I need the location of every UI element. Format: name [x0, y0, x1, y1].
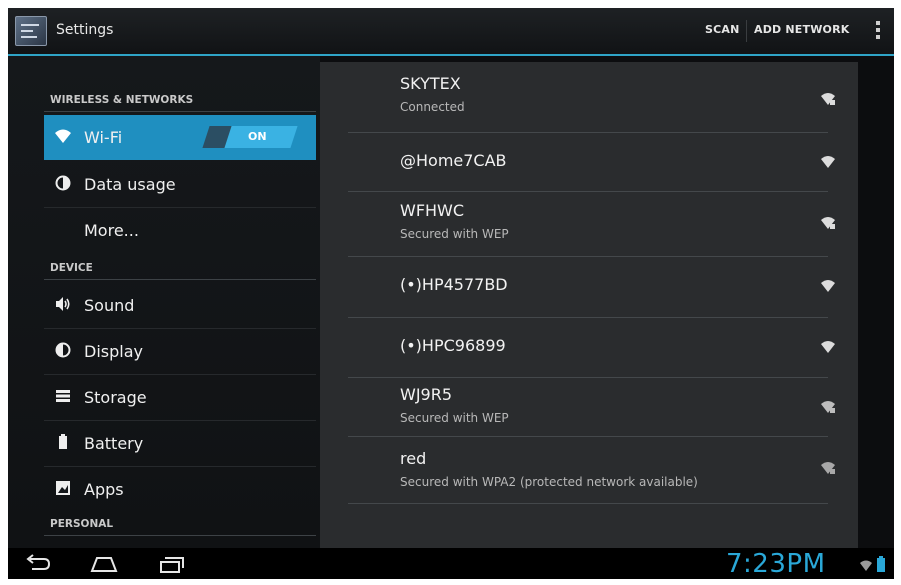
battery-icon — [54, 434, 72, 452]
action-bar: Settings SCAN ADD NETWORK — [8, 8, 894, 56]
storage-icon — [54, 388, 72, 406]
network-name: SKYTEX — [400, 74, 461, 93]
network-name: red — [400, 449, 427, 468]
network-status: Secured with WEP — [400, 227, 509, 241]
network-item[interactable]: red Secured with WPA2 (protected network… — [348, 437, 835, 503]
sidebar-item-display[interactable]: Display — [44, 329, 316, 374]
network-item[interactable]: (•)HP4577BD — [348, 257, 835, 317]
system-clock: 7:23PM — [726, 549, 826, 579]
list-divider — [348, 503, 828, 504]
action-divider — [746, 20, 747, 42]
data-usage-icon — [54, 175, 72, 193]
network-name: (•)HPC96899 — [400, 336, 506, 355]
sidebar-item-wifi[interactable]: Wi-Fi ON — [44, 115, 316, 160]
overflow-menu-icon[interactable] — [876, 21, 880, 41]
wifi-signal-locked-icon — [821, 217, 835, 229]
wifi-signal-icon — [821, 156, 835, 168]
section-header-device: DEVICE — [50, 262, 93, 274]
network-status: Secured with WPA2 (protected network ava… — [400, 475, 698, 489]
wifi-signal-icon — [821, 341, 835, 353]
wifi-signal-locked-icon — [821, 93, 835, 105]
section-divider — [44, 535, 316, 536]
sidebar-item-label: Storage — [84, 388, 147, 407]
wifi-signal-icon — [821, 280, 835, 292]
network-item[interactable]: (•)HPC96899 — [348, 318, 835, 377]
sidebar-item-label: More... — [84, 221, 139, 240]
sidebar-item-label: Wi-Fi — [84, 128, 123, 147]
display-icon — [54, 342, 72, 360]
section-header-personal: PERSONAL — [50, 518, 114, 530]
status-battery-icon — [877, 556, 885, 572]
network-name: @Home7CAB — [400, 151, 507, 170]
settings-app-icon[interactable] — [15, 16, 47, 46]
wifi-toggle-label: ON — [248, 130, 267, 143]
wifi-toggle[interactable]: ON — [202, 126, 298, 148]
network-item[interactable]: WFHWC Secured with WEP — [348, 192, 835, 256]
scan-button[interactable]: SCAN — [705, 23, 740, 36]
network-name: WJ9R5 — [400, 385, 453, 404]
network-item[interactable]: @Home7CAB — [348, 133, 835, 191]
sidebar-item-data-usage[interactable]: Data usage — [44, 162, 316, 207]
sidebar-item-label: Display — [84, 342, 143, 361]
home-icon[interactable] — [88, 554, 120, 574]
sidebar-item-sound[interactable]: Sound — [44, 283, 316, 328]
sidebar-item-label: Apps — [84, 480, 124, 499]
section-divider — [44, 111, 316, 112]
wifi-network-list: SKYTEX Connected @Home7CAB WFHWC Secured… — [320, 62, 858, 548]
sidebar-item-storage[interactable]: Storage — [44, 375, 316, 420]
add-network-button[interactable]: ADD NETWORK — [754, 23, 850, 36]
back-icon[interactable] — [24, 554, 52, 574]
wifi-signal-locked-icon — [821, 401, 835, 413]
system-bar: 7:23PM — [8, 548, 894, 579]
sidebar-item-apps[interactable]: Apps — [44, 467, 316, 512]
network-name: (•)HP4577BD — [400, 275, 508, 294]
network-name: WFHWC — [400, 201, 465, 220]
wifi-signal-locked-icon — [821, 462, 835, 474]
sidebar-item-more[interactable]: More... — [44, 208, 316, 253]
network-item[interactable]: SKYTEX Connected — [348, 68, 835, 132]
sidebar-item-label: Sound — [84, 296, 135, 315]
sidebar-item-label: Data usage — [84, 175, 176, 194]
section-divider — [44, 279, 316, 280]
page-title: Settings — [56, 22, 114, 38]
settings-screen: Settings SCAN ADD NETWORK WIRELESS & NET… — [8, 8, 894, 579]
network-status: Secured with WEP — [400, 411, 509, 425]
network-item[interactable]: WJ9R5 Secured with WEP — [348, 378, 835, 436]
network-status: Connected — [400, 100, 465, 114]
sidebar-item-battery[interactable]: Battery — [44, 421, 316, 466]
settings-sidebar: WIRELESS & NETWORKS Wi-Fi ON Data usage … — [8, 56, 320, 548]
speaker-icon — [54, 296, 72, 314]
sidebar-item-label: Battery — [84, 434, 144, 453]
status-wifi-icon — [860, 560, 872, 571]
recent-apps-icon[interactable] — [158, 554, 186, 574]
wifi-icon — [54, 128, 72, 146]
section-header-wireless: WIRELESS & NETWORKS — [50, 94, 194, 106]
apps-icon — [54, 480, 72, 498]
